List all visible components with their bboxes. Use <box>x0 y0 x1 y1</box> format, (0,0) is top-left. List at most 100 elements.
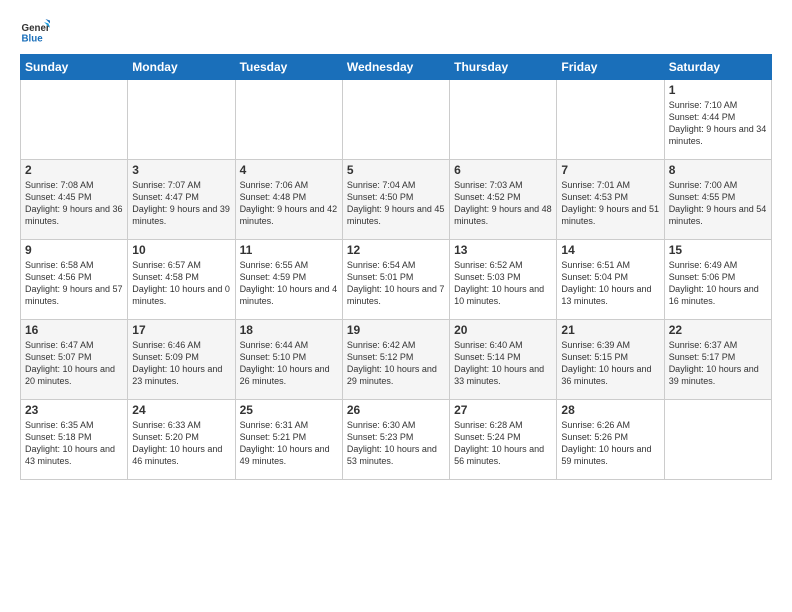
day-info: Sunrise: 7:01 AM Sunset: 4:53 PM Dayligh… <box>561 179 659 228</box>
day-number: 10 <box>132 243 230 257</box>
calendar-cell <box>235 80 342 160</box>
calendar-cell: 17 Sunrise: 6:46 AM Sunset: 5:09 PM Dayli… <box>128 320 235 400</box>
header: General Blue <box>20 16 772 46</box>
calendar-cell: 12 Sunrise: 6:54 AM Sunset: 5:01 PM Dayli… <box>342 240 449 320</box>
page: General Blue SundayMondayTuesdayWednesda… <box>0 0 792 612</box>
day-info: Sunrise: 6:28 AM Sunset: 5:24 PM Dayligh… <box>454 419 552 468</box>
day-number: 1 <box>669 83 767 97</box>
svg-text:General: General <box>22 23 51 34</box>
day-of-week-header: Monday <box>128 55 235 80</box>
calendar-cell: 18 Sunrise: 6:44 AM Sunset: 5:10 PM Dayli… <box>235 320 342 400</box>
calendar-cell <box>21 80 128 160</box>
calendar-cell: 15Sunrise: 6:49 AM Sunset: 5:06 PM Dayli… <box>664 240 771 320</box>
calendar-cell: 5Sunrise: 7:04 AM Sunset: 4:50 PM Daylig… <box>342 160 449 240</box>
day-number: 28 <box>561 403 659 417</box>
calendar-cell: 25 Sunrise: 6:31 AM Sunset: 5:21 PM Dayli… <box>235 400 342 480</box>
calendar-cell: 14 Sunrise: 6:51 AM Sunset: 5:04 PM Dayli… <box>557 240 664 320</box>
day-info: Sunrise: 7:00 AM Sunset: 4:55 PM Dayligh… <box>669 179 767 228</box>
day-of-week-header: Sunday <box>21 55 128 80</box>
day-number: 11 <box>240 243 338 257</box>
calendar-cell: 8 Sunrise: 7:00 AM Sunset: 4:55 PM Daylig… <box>664 160 771 240</box>
day-info: Sunrise: 6:55 AM Sunset: 4:59 PM Dayligh… <box>240 259 338 308</box>
calendar-cell: 1 Sunrise: 7:10 AM Sunset: 4:44 PM Daylig… <box>664 80 771 160</box>
logo-icon: General Blue <box>20 16 50 46</box>
calendar-cell <box>664 400 771 480</box>
calendar-cell: 4Sunrise: 7:06 AM Sunset: 4:48 PM Daylig… <box>235 160 342 240</box>
day-info: Sunrise: 6:31 AM Sunset: 5:21 PM Dayligh… <box>240 419 338 468</box>
day-info: Sunrise: 7:08 AM Sunset: 4:45 PM Dayligh… <box>25 179 123 228</box>
day-info: Sunrise: 7:07 AM Sunset: 4:47 PM Dayligh… <box>132 179 230 228</box>
calendar-cell: 10 Sunrise: 6:57 AM Sunset: 4:58 PM Dayli… <box>128 240 235 320</box>
calendar-week-row: 9 Sunrise: 6:58 AM Sunset: 4:56 PM Daylig… <box>21 240 772 320</box>
calendar-cell: 11 Sunrise: 6:55 AM Sunset: 4:59 PM Dayli… <box>235 240 342 320</box>
calendar-cell: 22Sunrise: 6:37 AM Sunset: 5:17 PM Dayli… <box>664 320 771 400</box>
day-number: 21 <box>561 323 659 337</box>
calendar-cell <box>128 80 235 160</box>
calendar-week-row: 2 Sunrise: 7:08 AM Sunset: 4:45 PM Daylig… <box>21 160 772 240</box>
day-number: 5 <box>347 163 445 177</box>
calendar-week-row: 23 Sunrise: 6:35 AM Sunset: 5:18 PM Dayli… <box>21 400 772 480</box>
calendar-cell: 2 Sunrise: 7:08 AM Sunset: 4:45 PM Daylig… <box>21 160 128 240</box>
calendar-cell: 27 Sunrise: 6:28 AM Sunset: 5:24 PM Dayli… <box>450 400 557 480</box>
day-number: 23 <box>25 403 123 417</box>
day-number: 2 <box>25 163 123 177</box>
day-info: Sunrise: 6:37 AM Sunset: 5:17 PM Dayligh… <box>669 339 767 388</box>
svg-text:Blue: Blue <box>22 34 44 45</box>
day-info: Sunrise: 6:33 AM Sunset: 5:20 PM Dayligh… <box>132 419 230 468</box>
calendar-week-row: 1 Sunrise: 7:10 AM Sunset: 4:44 PM Daylig… <box>21 80 772 160</box>
day-info: Sunrise: 6:39 AM Sunset: 5:15 PM Dayligh… <box>561 339 659 388</box>
calendar-cell: 7 Sunrise: 7:01 AM Sunset: 4:53 PM Daylig… <box>557 160 664 240</box>
day-number: 26 <box>347 403 445 417</box>
calendar-cell: 9 Sunrise: 6:58 AM Sunset: 4:56 PM Daylig… <box>21 240 128 320</box>
calendar: SundayMondayTuesdayWednesdayThursdayFrid… <box>20 54 772 480</box>
day-number: 16 <box>25 323 123 337</box>
day-info: Sunrise: 6:51 AM Sunset: 5:04 PM Dayligh… <box>561 259 659 308</box>
day-number: 24 <box>132 403 230 417</box>
day-info: Sunrise: 6:52 AM Sunset: 5:03 PM Dayligh… <box>454 259 552 308</box>
calendar-cell: 21 Sunrise: 6:39 AM Sunset: 5:15 PM Dayli… <box>557 320 664 400</box>
day-info: Sunrise: 6:49 AM Sunset: 5:06 PM Dayligh… <box>669 259 767 308</box>
day-number: 27 <box>454 403 552 417</box>
day-info: Sunrise: 6:30 AM Sunset: 5:23 PM Dayligh… <box>347 419 445 468</box>
day-number: 17 <box>132 323 230 337</box>
logo: General Blue <box>20 16 54 46</box>
day-info: Sunrise: 6:40 AM Sunset: 5:14 PM Dayligh… <box>454 339 552 388</box>
day-info: Sunrise: 6:58 AM Sunset: 4:56 PM Dayligh… <box>25 259 123 308</box>
day-info: Sunrise: 6:35 AM Sunset: 5:18 PM Dayligh… <box>25 419 123 468</box>
day-number: 13 <box>454 243 552 257</box>
day-number: 3 <box>132 163 230 177</box>
day-number: 9 <box>25 243 123 257</box>
calendar-cell: 3 Sunrise: 7:07 AM Sunset: 4:47 PM Daylig… <box>128 160 235 240</box>
day-of-week-header: Saturday <box>664 55 771 80</box>
day-info: Sunrise: 7:10 AM Sunset: 4:44 PM Dayligh… <box>669 99 767 148</box>
day-number: 6 <box>454 163 552 177</box>
calendar-cell <box>450 80 557 160</box>
calendar-cell: 6Sunrise: 7:03 AM Sunset: 4:52 PM Daylig… <box>450 160 557 240</box>
day-number: 25 <box>240 403 338 417</box>
day-number: 12 <box>347 243 445 257</box>
day-info: Sunrise: 6:42 AM Sunset: 5:12 PM Dayligh… <box>347 339 445 388</box>
calendar-cell: 20 Sunrise: 6:40 AM Sunset: 5:14 PM Dayli… <box>450 320 557 400</box>
calendar-cell: 16 Sunrise: 6:47 AM Sunset: 5:07 PM Dayli… <box>21 320 128 400</box>
calendar-cell: 24 Sunrise: 6:33 AM Sunset: 5:20 PM Dayli… <box>128 400 235 480</box>
calendar-week-row: 16 Sunrise: 6:47 AM Sunset: 5:07 PM Dayli… <box>21 320 772 400</box>
day-of-week-header: Wednesday <box>342 55 449 80</box>
day-info: Sunrise: 6:57 AM Sunset: 4:58 PM Dayligh… <box>132 259 230 308</box>
day-info: Sunrise: 6:47 AM Sunset: 5:07 PM Dayligh… <box>25 339 123 388</box>
day-number: 20 <box>454 323 552 337</box>
calendar-cell: 28 Sunrise: 6:26 AM Sunset: 5:26 PM Dayli… <box>557 400 664 480</box>
calendar-cell <box>557 80 664 160</box>
day-of-week-header: Thursday <box>450 55 557 80</box>
day-info: Sunrise: 6:54 AM Sunset: 5:01 PM Dayligh… <box>347 259 445 308</box>
day-info: Sunrise: 6:44 AM Sunset: 5:10 PM Dayligh… <box>240 339 338 388</box>
day-info: Sunrise: 6:46 AM Sunset: 5:09 PM Dayligh… <box>132 339 230 388</box>
calendar-header-row: SundayMondayTuesdayWednesdayThursdayFrid… <box>21 55 772 80</box>
day-info: Sunrise: 6:26 AM Sunset: 5:26 PM Dayligh… <box>561 419 659 468</box>
day-number: 7 <box>561 163 659 177</box>
day-number: 19 <box>347 323 445 337</box>
calendar-cell: 26 Sunrise: 6:30 AM Sunset: 5:23 PM Dayli… <box>342 400 449 480</box>
day-number: 14 <box>561 243 659 257</box>
day-number: 8 <box>669 163 767 177</box>
day-of-week-header: Tuesday <box>235 55 342 80</box>
day-number: 18 <box>240 323 338 337</box>
